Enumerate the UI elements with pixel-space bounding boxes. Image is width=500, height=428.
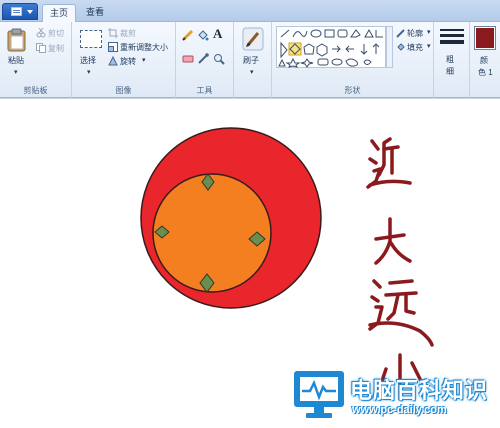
monitor-logo-icon [294, 371, 344, 418]
text-tool-icon[interactable]: A [213, 26, 222, 42]
size-group: 粗 细 [434, 22, 470, 98]
tab-home[interactable]: 主页 [42, 4, 76, 22]
char-yuan [372, 279, 382, 289]
outline-button[interactable]: 轮廓 [407, 28, 423, 39]
color1-swatch[interactable] [474, 26, 496, 50]
fill-icon [397, 43, 405, 51]
color1-group: 颜 色 1 [470, 22, 500, 98]
image-group-label: 图像 [115, 86, 132, 95]
watermark: 电脑百科知识 www.pc-daily.com [290, 361, 500, 428]
tools-group-label: 工具 [196, 86, 213, 95]
brushes-group: 刷子 ▾ [234, 22, 272, 98]
paste-chevron-icon[interactable]: ▾ [14, 68, 18, 76]
tools-group: A 工具 [176, 22, 234, 98]
select-button[interactable]: 选择 [80, 55, 96, 66]
fill-chevron-icon[interactable]: ▾ [427, 42, 431, 50]
shapes-group: 轮廓 ▾ 填充 ▾ 形状 [272, 22, 434, 98]
crop-icon [108, 28, 118, 38]
rotate-button[interactable]: 旋转 [120, 56, 136, 67]
document-icon [11, 7, 22, 16]
brush-icon[interactable] [242, 27, 264, 51]
line-width-icon[interactable] [440, 29, 464, 31]
clipboard-group-label: 剪贴板 [23, 86, 48, 95]
pencil-icon[interactable] [182, 29, 194, 41]
select-icon[interactable] [80, 30, 102, 48]
clipboard-icon[interactable] [6, 27, 28, 53]
cut-button[interactable]: 剪切 [48, 28, 64, 39]
chevron-down-icon [27, 10, 33, 14]
size-button-line2[interactable]: 细 [446, 66, 454, 77]
clipboard-group: 粘贴 ▾ 剪切 复制 剪贴板 [0, 22, 72, 98]
color-picker-icon[interactable] [197, 53, 209, 65]
color1-fill [476, 28, 494, 48]
rotate-chevron-icon[interactable]: ▾ [142, 56, 146, 64]
copy-button[interactable]: 复制 [48, 43, 64, 54]
drawing-canvas[interactable]: 电脑百科知识 www.pc-daily.com [0, 99, 500, 428]
crop-button[interactable]: 裁剪 [120, 28, 136, 39]
rotate-icon [108, 56, 118, 66]
shapes-scrollbar[interactable] [386, 26, 393, 68]
fill-button[interactable]: 填充 [407, 42, 423, 53]
handwriting [366, 137, 434, 401]
shapes-gallery[interactable] [276, 26, 386, 68]
brushes-button[interactable]: 刷子 [243, 55, 259, 66]
resize-button[interactable]: 重新调整大小 [120, 42, 168, 53]
watermark-title: 电脑百科知识 [350, 378, 489, 403]
brushes-chevron-icon[interactable]: ▾ [250, 68, 254, 76]
paint-menu-button[interactable] [2, 3, 38, 20]
ribbon: 粘贴 ▾ 剪切 复制 剪贴板 选择 ▾ 裁剪 重新调整大小 旋转 ▾ 图像 A … [0, 22, 500, 98]
scissors-icon [36, 28, 46, 38]
image-group: 选择 ▾ 裁剪 重新调整大小 旋转 ▾ 图像 [72, 22, 176, 98]
inner-circle [152, 173, 272, 293]
color1-label-line2: 色 1 [478, 68, 493, 77]
resize-icon [108, 42, 118, 52]
magnifier-icon[interactable] [213, 53, 225, 65]
paste-button[interactable]: 粘贴 [8, 55, 24, 66]
outline-chevron-icon[interactable]: ▾ [427, 28, 431, 36]
ribbon-tab-bar: 主页 查看 [0, 0, 500, 22]
fill-bucket-icon[interactable] [197, 29, 209, 41]
size-button-line1[interactable]: 粗 [446, 54, 454, 65]
tab-view[interactable]: 查看 [80, 4, 110, 22]
copy-icon [36, 43, 46, 53]
shapes-group-label: 形状 [344, 86, 361, 95]
watermark-url: www.pc-daily.com [352, 404, 447, 416]
color1-label-line1: 颜 [480, 56, 488, 65]
outline-icon [396, 29, 405, 38]
char-jin [370, 139, 380, 151]
eraser-icon[interactable] [182, 54, 194, 64]
select-chevron-icon[interactable]: ▾ [87, 68, 91, 76]
